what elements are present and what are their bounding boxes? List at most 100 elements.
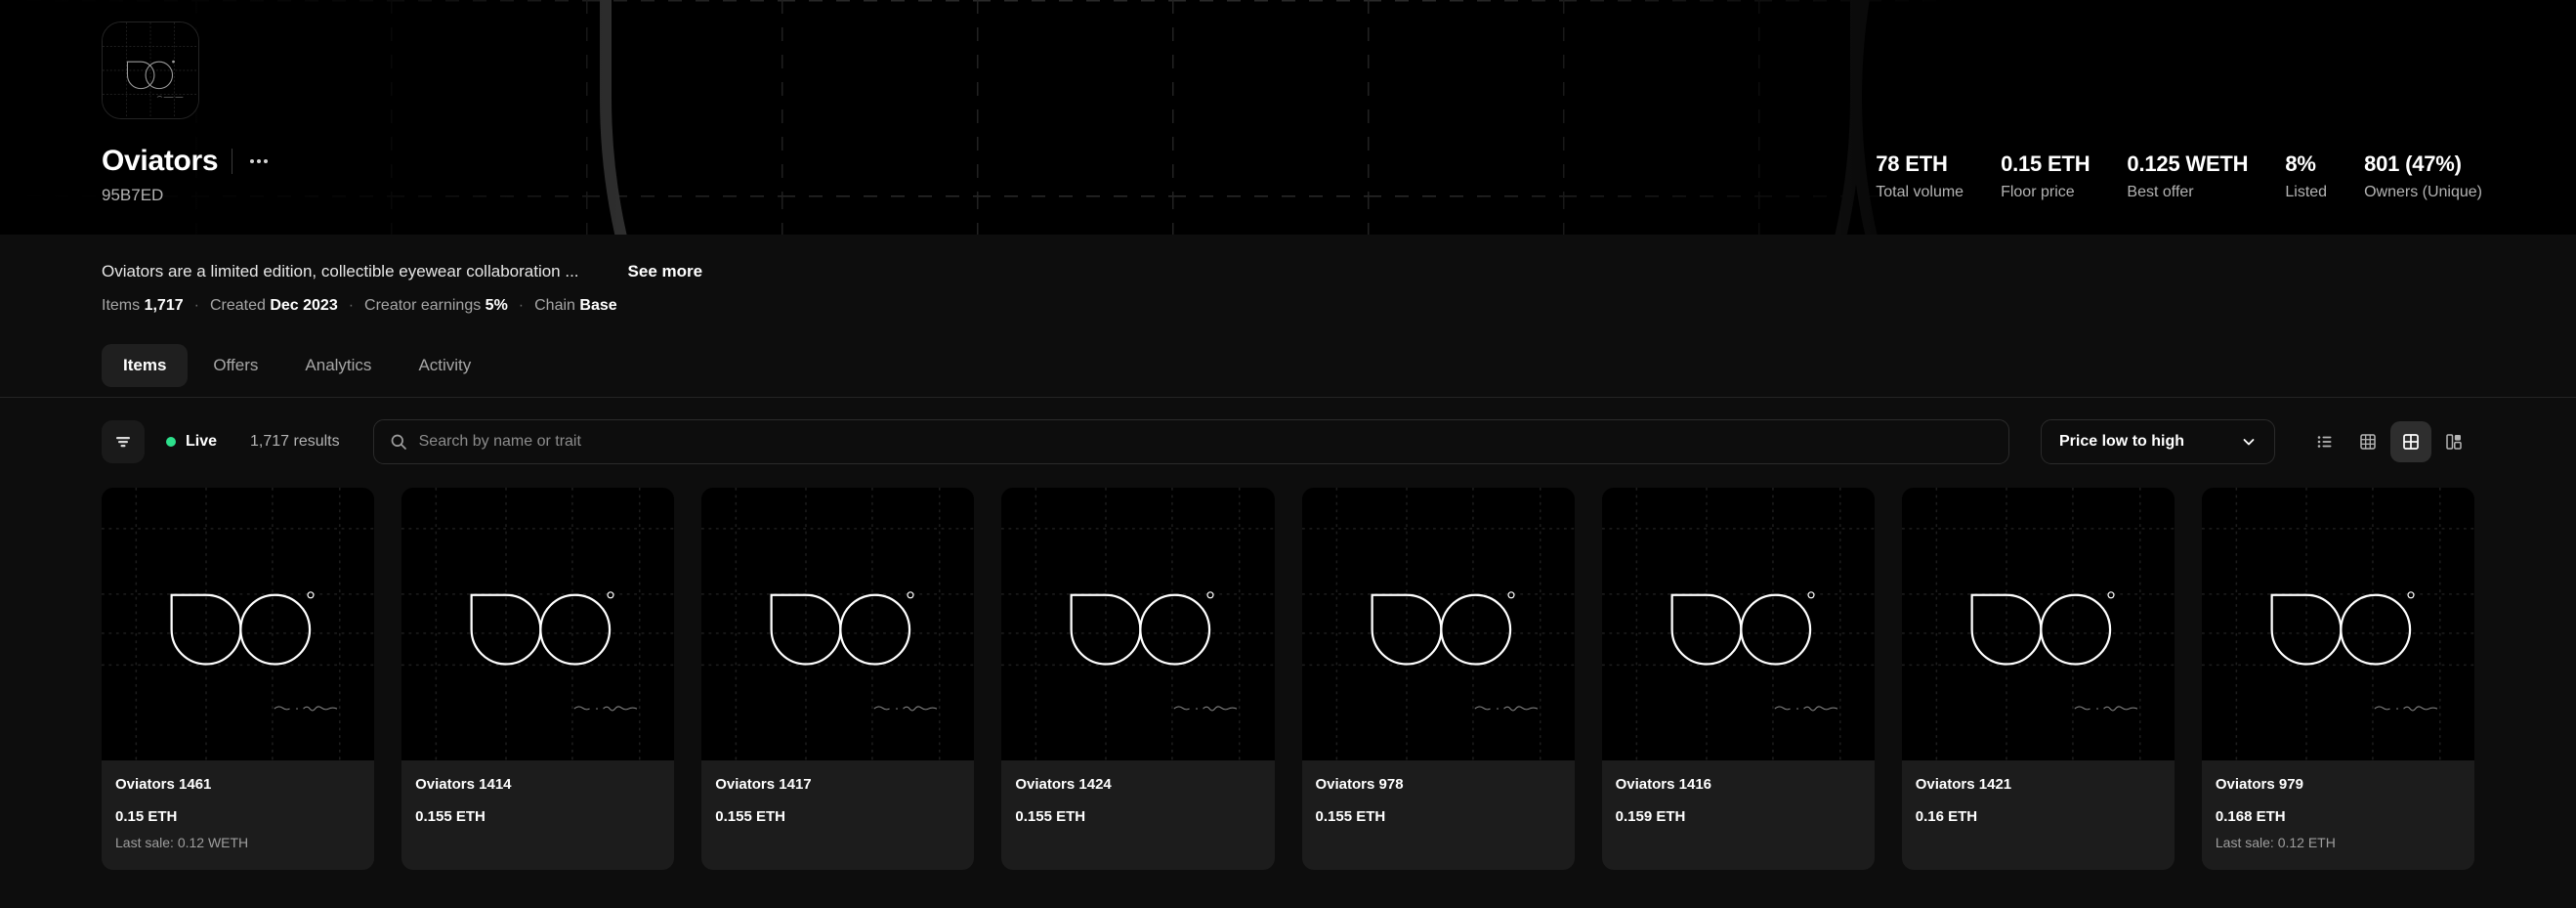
table-row[interactable]: Oviators 1461 0.15 ETH Last sale: 0.12 W… xyxy=(102,488,375,871)
item-info: Oviators 978 0.155 ETH xyxy=(1301,760,1575,855)
stat-best-offer: 0.125 WETH Best offer xyxy=(2127,151,2248,201)
sort-dropdown[interactable]: Price low to high xyxy=(2041,419,2275,464)
meta-value: 5% xyxy=(485,297,508,314)
item-name: Oviators 1416 xyxy=(1615,776,1712,794)
oviators-logo-icon xyxy=(103,22,198,118)
table-row[interactable]: Oviators 1414 0.155 ETH xyxy=(401,488,675,871)
item-last-sale: Last sale: 0.12 ETH xyxy=(2215,835,2336,851)
stat-label: Owners (Unique) xyxy=(2364,184,2482,200)
item-name: Oviators 1417 xyxy=(715,776,812,794)
filter-toggle-button[interactable] xyxy=(102,420,145,463)
table-row[interactable]: Oviators 1417 0.155 ETH xyxy=(701,488,975,871)
meta-creator-earnings: Creator earnings 5% xyxy=(364,297,508,315)
item-artwork xyxy=(401,488,675,761)
item-name: Oviators 1421 xyxy=(1915,776,2012,794)
collection-meta: Items 1,717 · Created Dec 2023 · Creator… xyxy=(102,297,2474,315)
search-input[interactable] xyxy=(418,433,1993,451)
item-name: Oviators 1414 xyxy=(415,776,512,794)
see-more-link[interactable]: See more xyxy=(628,262,703,281)
sort-value: Price low to high xyxy=(2059,433,2185,450)
item-info: Oviators 1417 0.155 ETH xyxy=(701,760,975,855)
grid-large-icon xyxy=(2403,434,2419,450)
gallery-icon xyxy=(2446,434,2462,450)
meta-value: 1,717 xyxy=(144,297,184,314)
item-artwork xyxy=(701,488,975,761)
meta-separator: · xyxy=(518,297,525,314)
view-grid-button[interactable] xyxy=(2390,421,2431,462)
meta-separator: · xyxy=(348,297,355,314)
tab-items[interactable]: Items xyxy=(102,344,189,387)
meta-label: Chain xyxy=(534,297,575,314)
collection-title-row: Oviators xyxy=(102,145,272,178)
collection-description: Oviators are a limited edition, collecti… xyxy=(102,262,579,281)
item-info: Oviators 1461 0.15 ETH Last sale: 0.12 W… xyxy=(102,760,375,871)
stat-label: Total volume xyxy=(1876,184,1964,200)
item-price: 0.155 ETH xyxy=(415,808,486,826)
meta-created: Created Dec 2023 xyxy=(210,297,338,315)
items-grid: Oviators 1461 0.15 ETH Last sale: 0.12 W… xyxy=(0,488,2576,871)
meta-value: Dec 2023 xyxy=(270,297,338,314)
item-price: 0.155 ETH xyxy=(715,808,785,826)
list-icon xyxy=(2317,436,2332,448)
table-row[interactable]: Oviators 1416 0.159 ETH xyxy=(1601,488,1875,871)
meta-label: Items xyxy=(102,297,141,314)
live-status: Live xyxy=(166,433,217,451)
grid-small-icon xyxy=(2360,434,2376,450)
stat-value: 8% xyxy=(2285,151,2316,176)
item-info: Oviators 979 0.168 ETH Last sale: 0.12 E… xyxy=(2201,760,2474,871)
live-indicator-dot xyxy=(166,437,176,447)
collection-tabs: Items Offers Analytics Activity xyxy=(0,344,2576,398)
item-price: 0.155 ETH xyxy=(1315,808,1386,826)
tab-offers[interactable]: Offers xyxy=(191,344,279,387)
meta-separator: · xyxy=(193,297,199,314)
tab-analytics[interactable]: Analytics xyxy=(283,344,393,387)
item-info: Oviators 1424 0.155 ETH xyxy=(1001,760,1275,855)
table-row[interactable]: Oviators 1421 0.16 ETH xyxy=(1901,488,2175,871)
stat-owners: 801 (47%) Owners (Unique) xyxy=(2364,151,2482,201)
stat-value: 78 ETH xyxy=(1876,151,1948,176)
ellipsis-icon[interactable] xyxy=(246,155,272,167)
description-row: Oviators are a limited edition, collecti… xyxy=(102,262,2474,281)
table-row[interactable]: Oviators 979 0.168 ETH Last sale: 0.12 E… xyxy=(2201,488,2474,871)
oviators-artwork-icon xyxy=(401,488,675,761)
filter-icon xyxy=(116,437,130,448)
item-artwork xyxy=(1601,488,1875,761)
oviators-artwork-icon xyxy=(701,488,975,761)
live-label: Live xyxy=(186,433,218,450)
item-artwork xyxy=(1301,488,1575,761)
item-artwork xyxy=(1901,488,2175,761)
item-price: 0.16 ETH xyxy=(1915,808,1978,826)
table-row[interactable]: Oviators 978 0.155 ETH xyxy=(1301,488,1575,871)
page-title: Oviators xyxy=(102,145,219,177)
item-artwork xyxy=(1001,488,1275,761)
item-price: 0.15 ETH xyxy=(115,808,178,826)
items-toolbar: Live 1,717 results Price low to high xyxy=(0,419,2576,464)
results-count: 1,717 results xyxy=(250,433,340,450)
search-box[interactable] xyxy=(372,419,2009,464)
stat-value: 0.125 WETH xyxy=(2127,151,2249,176)
view-dense-grid-button[interactable] xyxy=(2347,421,2388,462)
stat-floor-price: 0.15 ETH Floor price xyxy=(2001,151,2090,201)
item-artwork xyxy=(102,488,375,761)
meta-chain: Chain Base xyxy=(534,297,617,315)
oviators-artwork-icon xyxy=(102,488,375,761)
collection-hash: 95B7ED xyxy=(102,186,164,204)
table-row[interactable]: Oviators 1424 0.155 ETH xyxy=(1001,488,1275,871)
stat-label: Best offer xyxy=(2127,184,2194,200)
collection-info: Oviators are a limited edition, collecti… xyxy=(0,235,2576,315)
tab-activity[interactable]: Activity xyxy=(397,344,492,387)
meta-label: Creator earnings xyxy=(364,297,482,314)
view-list-button[interactable] xyxy=(2304,421,2345,462)
meta-value: Base xyxy=(579,297,617,314)
chevron-down-icon xyxy=(2243,439,2255,446)
stat-label: Listed xyxy=(2285,184,2328,200)
view-mode-group xyxy=(2304,421,2474,462)
view-gallery-button[interactable] xyxy=(2433,421,2474,462)
stat-value: 801 (47%) xyxy=(2364,151,2462,176)
collection-avatar[interactable] xyxy=(102,22,199,119)
oviators-artwork-icon xyxy=(1001,488,1275,761)
meta-items: Items 1,717 xyxy=(102,297,184,315)
oviators-artwork-icon xyxy=(1901,488,2175,761)
stat-total-volume: 78 ETH Total volume xyxy=(1876,151,1964,201)
item-name: Oviators 978 xyxy=(1315,776,1404,794)
